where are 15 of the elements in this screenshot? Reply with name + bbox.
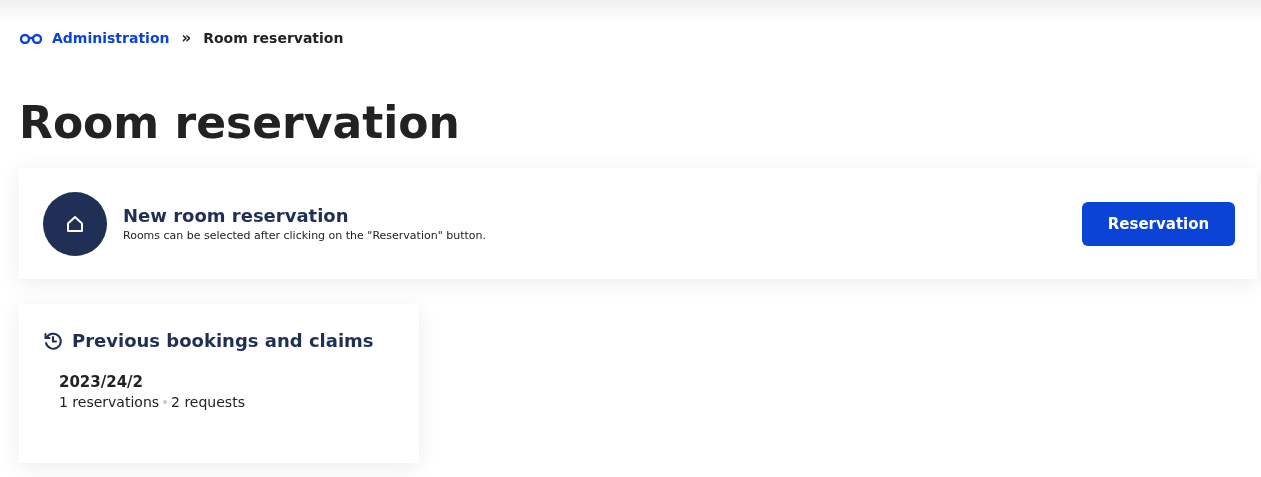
requests-count: 2 requests xyxy=(171,394,245,410)
period-label: 2023/24/2 xyxy=(59,373,145,391)
card-heading: Previous bookings and claims xyxy=(72,330,374,351)
breadcrumb-link[interactable]: Administration xyxy=(19,30,170,46)
page-title: Room reservation xyxy=(19,96,461,150)
separator-dot xyxy=(163,400,168,404)
card-description: Rooms can be selected after clicking on the "Reservation" button. xyxy=(123,229,487,242)
card-heading: New room reservation xyxy=(123,205,350,226)
breadcrumb-separator: » xyxy=(181,29,192,47)
glasses-icon xyxy=(19,32,43,44)
breadcrumb-current: Room reservation xyxy=(203,30,344,46)
history-icon xyxy=(43,330,63,351)
house-icon xyxy=(66,214,84,233)
reservations-count: 1 reservations xyxy=(59,394,160,410)
reservation-button[interactable]: Reservation xyxy=(1082,201,1235,246)
